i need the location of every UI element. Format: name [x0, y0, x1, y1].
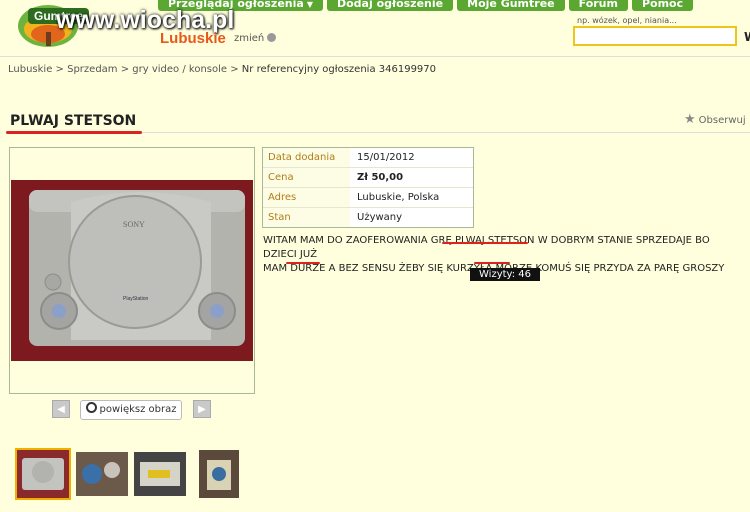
- breadcrumb-separator: >: [230, 64, 242, 75]
- photo-logo-text: PlayStation: [123, 296, 149, 302]
- breadcrumb: Lubuskie > Sprzedam > gry video / konsol…: [8, 64, 436, 75]
- magnifier-icon: [85, 402, 97, 413]
- photo-brand-text: SONY: [123, 220, 145, 229]
- zoom-image-button[interactable]: powiększ obraz: [80, 400, 182, 420]
- detail-label: Stan: [263, 208, 350, 227]
- detail-value: Używany: [357, 212, 403, 223]
- breadcrumb-item-category[interactable]: Sprzedam: [67, 64, 117, 75]
- chevron-left-icon: ◀: [57, 404, 65, 415]
- visits-counter: Wizyty: 46: [470, 268, 540, 281]
- description-line: WITAM MAM DO ZAOFEROWANIA GRĘ PLWAJ STET…: [263, 235, 710, 260]
- star-icon: ★: [684, 112, 696, 127]
- title-highlight-underline: [6, 131, 142, 134]
- detail-label: Data dodania: [263, 148, 350, 167]
- gallery-thumbnail[interactable]: [199, 450, 239, 498]
- breadcrumb-item-subcategory[interactable]: gry video / konsole: [132, 64, 227, 75]
- watch-button[interactable]: ★ Obserwuj: [684, 112, 746, 127]
- gallery-prev-button[interactable]: ◀: [52, 400, 70, 418]
- breadcrumb-item-region[interactable]: Lubuskie: [8, 64, 52, 75]
- header-divider: [0, 56, 750, 57]
- detail-value: 15/01/2012: [357, 152, 415, 163]
- nav-help[interactable]: Pomoc: [631, 0, 694, 11]
- listing-details-table: Data dodania 15/01/2012 Cena Zł 50,00 Ad…: [262, 147, 474, 228]
- gallery-thumbnail[interactable]: [134, 452, 186, 496]
- nav-forum[interactable]: Forum: [568, 0, 628, 11]
- detail-row-price: Cena Zł 50,00: [263, 168, 473, 188]
- photo-gallery: SONY PlayStation: [9, 147, 255, 394]
- gallery-next-button[interactable]: ▶: [193, 400, 211, 418]
- gallery-thumbnail[interactable]: [76, 452, 128, 496]
- main-photo[interactable]: SONY PlayStation: [11, 180, 253, 361]
- nav-my-gumtree[interactable]: Moje Gumtree: [457, 0, 565, 11]
- gallery-thumbnail[interactable]: [15, 448, 71, 500]
- breadcrumb-item-reference: Nr referencyjny ogłoszenia 346199970: [241, 64, 437, 75]
- top-navigation: Przeglądaj ogłoszenia ▼ Dodaj ogłoszenie …: [158, 0, 694, 11]
- gumtree-logo[interactable]: Gumtree www.wiocha.pl: [18, 2, 234, 48]
- detail-label: Cena: [263, 168, 350, 187]
- region-name: Lubuskie: [160, 30, 226, 47]
- breadcrumb-separator: >: [55, 64, 68, 75]
- highlight-underline: [474, 262, 510, 264]
- change-region-link[interactable]: zmień: [234, 33, 277, 44]
- chevron-down-icon: ▼: [306, 0, 313, 9]
- price-value: Zł 50,00: [357, 172, 404, 183]
- search-input[interactable]: [573, 26, 737, 46]
- highlight-underline: [286, 262, 320, 264]
- chevron-down-circle-icon: [267, 33, 277, 42]
- nav-add-listing[interactable]: Dodaj ogłoszenie: [326, 0, 454, 11]
- detail-row-date: Data dodania 15/01/2012: [263, 148, 473, 168]
- search-button[interactable]: W: [744, 30, 750, 44]
- detail-label: Adres: [263, 188, 350, 207]
- breadcrumb-separator: >: [120, 64, 133, 75]
- search-hint: np. wózek, opel, niania...: [577, 16, 677, 25]
- title-divider: [142, 132, 750, 133]
- detail-row-address: Adres Lubuskie, Polska: [263, 188, 473, 208]
- page-title: PLWAJ STETSON: [10, 113, 137, 129]
- highlight-underline: [442, 242, 528, 244]
- chevron-right-icon: ▶: [198, 404, 206, 415]
- detail-value: Lubuskie, Polska: [357, 192, 440, 203]
- detail-row-condition: Stan Używany: [263, 208, 473, 227]
